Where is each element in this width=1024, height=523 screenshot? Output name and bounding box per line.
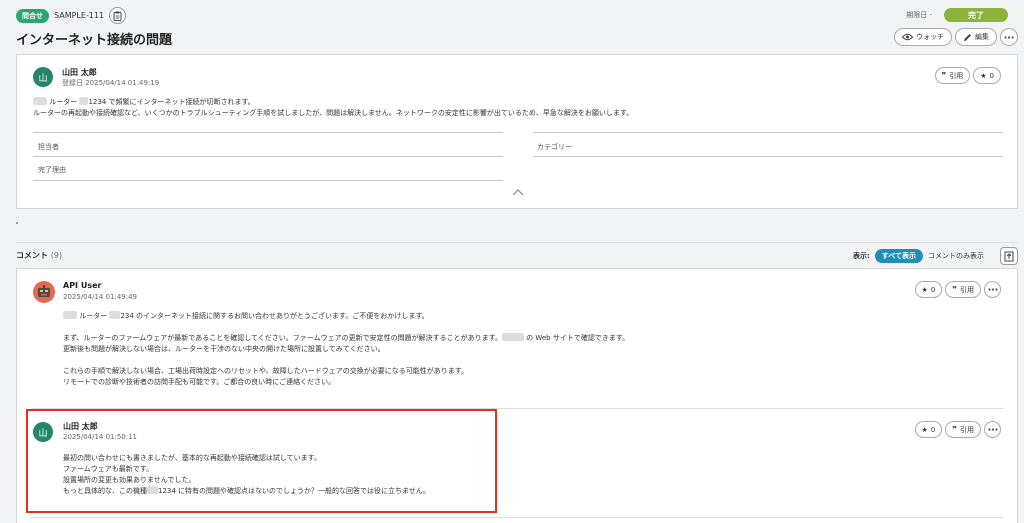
quote-button[interactable]: ❞ 引用 bbox=[945, 281, 981, 298]
redacted-text bbox=[33, 97, 47, 105]
comment-text: まず、ルーターのファームウェアが最新であることを確認してください。ファームウェア… bbox=[63, 334, 502, 342]
star-button[interactable]: ★ 0 bbox=[914, 281, 943, 298]
watch-label: ウォッチ bbox=[916, 33, 944, 41]
comment-author: API User bbox=[63, 281, 102, 290]
redacted-text bbox=[63, 311, 77, 319]
star-icon: ★ bbox=[980, 71, 987, 80]
comments-title-text: コメント bbox=[16, 251, 48, 260]
star-icon: ★ bbox=[921, 285, 928, 294]
more-icon bbox=[1004, 35, 1014, 39]
divider bbox=[33, 132, 503, 133]
clipboard-icon bbox=[113, 11, 122, 21]
star-button[interactable]: ★ 0 bbox=[914, 421, 943, 438]
view-all-button[interactable]: すべて表示 bbox=[874, 249, 923, 263]
quote-button[interactable]: ❞ 引用 bbox=[945, 421, 981, 438]
avatar: 山 bbox=[33, 67, 53, 87]
chevron-up-icon[interactable] bbox=[511, 187, 525, 197]
desc-text: ルーターの再起動や接続確認など、いくつかのトラブルシューティング手順を試しました… bbox=[33, 109, 634, 117]
star-count: 0 bbox=[930, 425, 936, 434]
robot-icon bbox=[38, 285, 50, 297]
title-actions: ウォッチ 編集 bbox=[894, 28, 1018, 46]
status-badge[interactable]: 完了 bbox=[944, 8, 1008, 22]
field-category: カテゴリー bbox=[537, 143, 572, 151]
comment-actions: ★ 0 ❞ 引用 bbox=[914, 421, 1001, 438]
divider bbox=[533, 156, 1003, 157]
comment-more-button[interactable] bbox=[984, 281, 1001, 298]
comment-text: 更新後も問題が解決しない場合は、ルーターを干渉のない中央の開けた場所に設置してみ… bbox=[63, 345, 385, 353]
issue-detail-card: 山 山田 太郎 登録日 2025/04/14 01:49:19 ❞ 引用 ★ 0… bbox=[16, 54, 1018, 209]
issue-registered-date: 登録日 2025/04/14 01:49:19 bbox=[62, 79, 160, 87]
more-icon bbox=[987, 428, 998, 431]
more-icon bbox=[987, 288, 998, 291]
eye-icon bbox=[902, 33, 913, 41]
issue-type-badge: 問合せ bbox=[16, 8, 49, 23]
divider bbox=[16, 242, 1018, 243]
issue-header-row: 問合せ SAMPLE-111 bbox=[16, 7, 127, 24]
redacted-text bbox=[109, 311, 121, 319]
star-button[interactable]: ★ 0 bbox=[973, 67, 1001, 84]
issue-author: 山田 太郎 bbox=[62, 68, 97, 77]
comments-title: コメント (9) bbox=[16, 250, 62, 261]
quote-label: 引用 bbox=[949, 71, 964, 80]
watch-button[interactable]: ウォッチ bbox=[894, 28, 952, 46]
star-count: 0 bbox=[930, 285, 936, 294]
export-button[interactable] bbox=[1000, 247, 1018, 265]
edit-button[interactable]: 編集 bbox=[955, 28, 997, 46]
comment-date: 2025/04/14 01:49:49 bbox=[63, 293, 138, 301]
pencil-icon bbox=[964, 33, 971, 41]
comment-actions: ★ 0 ❞ 引用 bbox=[914, 281, 1001, 298]
comment-body: ルーター 234 のインターネット接続に関するお問い合わせありがとうございます。… bbox=[63, 311, 629, 388]
star-icon: ★ bbox=[921, 425, 928, 434]
redacted-text bbox=[501, 333, 524, 341]
divider bbox=[533, 132, 1003, 133]
comment-text: 234 のインターネット接続に関するお問い合わせありがとうございます。ご不便をお… bbox=[120, 312, 429, 320]
issue-status-area: 期限日 - 完了 bbox=[906, 8, 1008, 22]
export-icon bbox=[1004, 251, 1014, 261]
issue-description: ルーター 1234 で頻繁にインターネット接続が切断されます。 ルーターの再起動… bbox=[33, 97, 633, 119]
comment-text: ルーター bbox=[79, 312, 108, 320]
comment-text: の Web サイトで確認できます。 bbox=[526, 334, 630, 342]
quote-label: 引用 bbox=[960, 425, 974, 434]
edit-label: 編集 bbox=[975, 33, 989, 41]
copy-key-button[interactable] bbox=[109, 7, 127, 24]
issue-key: SAMPLE-111 bbox=[54, 11, 105, 20]
divider bbox=[33, 156, 503, 157]
comment-view-options: 表示: すべて表示 コメントのみ表示 bbox=[853, 249, 984, 263]
comments-count: (9) bbox=[50, 251, 63, 260]
api-user-avatar bbox=[33, 281, 55, 303]
separator-dot bbox=[16, 222, 18, 224]
due-date-label: 期限日 - bbox=[906, 11, 932, 19]
desc-text: ルーター bbox=[49, 98, 78, 106]
issue-card-actions: ❞ 引用 ★ 0 bbox=[934, 67, 1001, 84]
field-resolution: 完了理由 bbox=[38, 166, 66, 174]
quote-icon: ❞ bbox=[941, 71, 947, 80]
comment-more-button[interactable] bbox=[984, 421, 1001, 438]
divider bbox=[33, 180, 503, 181]
divider bbox=[31, 517, 1003, 518]
desc-text: 1234 で頻繁にインターネット接続が切断されます。 bbox=[88, 98, 255, 106]
field-assignee: 担当者 bbox=[38, 143, 59, 151]
quote-icon: ❞ bbox=[952, 425, 957, 434]
highlight-box bbox=[26, 409, 497, 513]
quote-button[interactable]: ❞ 引用 bbox=[934, 67, 971, 84]
comment-text: リモートでの診断や技術者の訪問手配も可能です。ご都合の良い時にご連絡ください。 bbox=[63, 378, 336, 386]
more-actions-button[interactable] bbox=[1000, 28, 1018, 46]
view-label: 表示: bbox=[852, 252, 870, 260]
view-comments-only-button[interactable]: コメントのみ表示 bbox=[928, 251, 984, 261]
quote-label: 引用 bbox=[960, 285, 974, 294]
comment-text: これらの手順で解決しない場合、工場出荷時設定へのリセットや、故障したハードウェア… bbox=[63, 367, 469, 375]
star-count: 0 bbox=[989, 71, 994, 80]
page-title: インターネット接続の問題 bbox=[16, 33, 173, 48]
quote-icon: ❞ bbox=[952, 285, 957, 294]
